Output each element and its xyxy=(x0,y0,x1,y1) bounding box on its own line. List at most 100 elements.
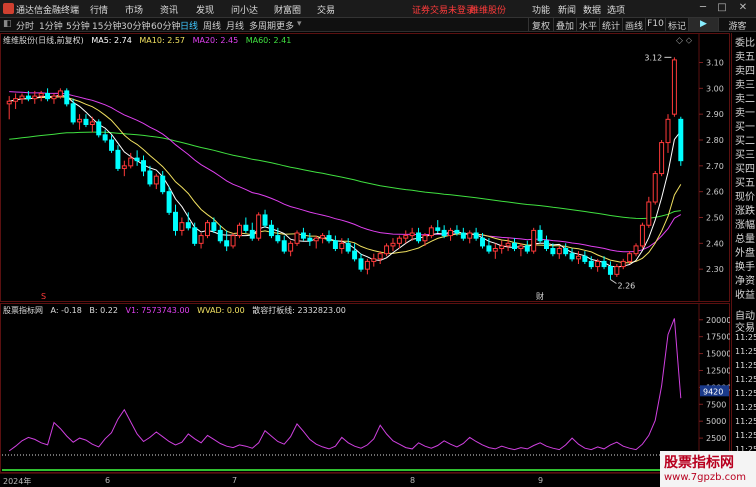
candle xyxy=(243,217,249,233)
menu-item-fortune[interactable]: 财富圈 xyxy=(274,3,301,16)
high-price-label: 3.12 xyxy=(644,53,662,62)
indicator-plot[interactable]: 2500500075001000012500150001750020000942… xyxy=(0,303,731,473)
candle-body xyxy=(556,248,562,255)
horizontal-button[interactable]: 水平 xyxy=(576,18,599,32)
candle xyxy=(364,258,370,275)
candle-body xyxy=(639,224,645,247)
candlestick-plot[interactable]: 2.30 2.40 2.50 2.60 2.70 2.80 2.90 3.00 3.10 3.12… xyxy=(0,33,730,302)
candle-body xyxy=(620,260,626,268)
candle-body xyxy=(384,245,390,255)
candlestick-chart[interactable]: 2.30 2.40 2.50 2.60 2.70 2.80 2.90 3.00 3.10 3.12… xyxy=(0,33,730,302)
more-chevron-icon[interactable]: ▾ xyxy=(297,19,302,29)
candle xyxy=(537,225,543,244)
tab-period-30min[interactable]: 30分钟 xyxy=(121,19,150,32)
candle xyxy=(268,220,274,239)
tab-period-60min[interactable]: 60分钟 xyxy=(151,19,180,32)
candle-body xyxy=(454,229,460,234)
tab-period-daily[interactable]: 日线 xyxy=(180,19,198,32)
quote-field-label: 买三 xyxy=(735,150,755,161)
candle-body xyxy=(115,149,121,169)
candle xyxy=(403,230,409,244)
menu-item-ask[interactable]: 问小达 xyxy=(231,3,258,16)
ma10-line xyxy=(9,96,682,264)
low-pointer xyxy=(610,279,617,284)
candle xyxy=(467,230,473,244)
candle xyxy=(543,235,549,252)
menu-item-functions[interactable]: 功能 xyxy=(532,3,550,16)
maximize-icon[interactable]: □ xyxy=(716,2,728,14)
overlay-button[interactable]: 叠加 xyxy=(553,18,576,32)
indicator-tick-label: 20000 xyxy=(706,316,730,325)
watermark: 股票指标网 www.7gpzb.com xyxy=(660,451,756,487)
price-tick-label: 2.40 xyxy=(706,239,724,248)
login-notice[interactable]: 证券交易未登录 xyxy=(412,3,475,16)
restore-rights-button[interactable]: 复权 xyxy=(528,18,553,32)
candle-body xyxy=(416,232,422,242)
tab-period-5min[interactable]: 5分钟 xyxy=(66,19,90,32)
guest-button[interactable]: 游客 xyxy=(718,18,756,32)
tab-period-weekly[interactable]: 周线 xyxy=(203,19,221,32)
date-axis-label: 2024年 xyxy=(3,477,32,486)
candle xyxy=(204,220,210,239)
candle xyxy=(659,140,665,177)
broker-name[interactable]: 维维股份 xyxy=(470,3,506,16)
chart-settings-icon[interactable]: ◇ ⬦ xyxy=(676,36,692,46)
indicator-v1: V1: 7573743.00 xyxy=(125,306,190,315)
candle xyxy=(563,243,569,257)
candle xyxy=(582,251,588,264)
candle xyxy=(518,243,524,257)
candle-body xyxy=(550,248,556,255)
candle xyxy=(524,240,530,254)
tab-period-multi[interactable]: 多周期 xyxy=(249,19,276,32)
menu-item-data[interactable]: 数据 xyxy=(583,3,601,16)
menu-item-options[interactable]: 选项 xyxy=(607,3,625,16)
draw-line-button[interactable]: 画线 xyxy=(622,18,645,32)
candle-body xyxy=(377,253,383,260)
sidebar-toggle-icon[interactable]: ◧ xyxy=(3,19,12,29)
tab-period-monthly[interactable]: 月线 xyxy=(226,19,244,32)
candle xyxy=(499,240,505,254)
candle-body xyxy=(403,235,409,239)
menu-item-quotes[interactable]: 行情 xyxy=(90,3,108,16)
candle xyxy=(531,227,537,254)
candle xyxy=(320,233,326,244)
tick-time: 11:25 xyxy=(735,347,756,356)
panel-toggle-icon[interactable]: ▶ xyxy=(688,18,718,31)
price-tick-label: 2.80 xyxy=(706,136,724,145)
candle xyxy=(416,227,422,244)
main-legend: 维维股份(日线,前复权) MA5: 2.74 MA10: 2.57 MA20: … xyxy=(3,35,296,46)
close-icon[interactable]: ✕ xyxy=(737,2,749,14)
candle xyxy=(646,196,652,228)
menu-item-discover[interactable]: 发现 xyxy=(196,3,214,16)
tab-period-15min[interactable]: 15分钟 xyxy=(92,19,121,32)
indicator-chart[interactable]: 2500500075001000012500150001750020000942… xyxy=(0,303,731,473)
candle xyxy=(300,227,306,241)
minimize-icon[interactable]: ─ xyxy=(697,2,709,14)
candle-body xyxy=(332,240,338,249)
candle-body xyxy=(543,240,549,249)
f10-button[interactable]: F10 xyxy=(645,18,665,31)
candle-body xyxy=(320,235,326,239)
candle-body xyxy=(185,222,191,229)
candle xyxy=(435,220,441,233)
indicator-a: A: -0.18 xyxy=(50,306,82,315)
candle-body xyxy=(435,227,441,231)
menu-item-headlines[interactable]: 新闻 xyxy=(558,3,576,16)
tab-period-1min[interactable]: 1分钟 xyxy=(39,19,63,32)
menu-item-trade[interactable]: 交易 xyxy=(317,3,335,16)
mark-button[interactable]: 标记 xyxy=(665,18,688,32)
quote-panel: 委比 卖五 卖四 卖三 卖二 卖一 买一 买二 买三 买四 买五 现价 涨跌 涨幅 总量 外盘 换手 净资 收益 xyxy=(731,33,756,303)
tab-period-more[interactable]: 更多 xyxy=(276,19,294,32)
price-tick-label: 2.60 xyxy=(706,188,724,197)
candle-body xyxy=(70,103,76,123)
tab-period-minute[interactable]: 分时 xyxy=(16,19,34,32)
candle xyxy=(262,209,268,228)
menu-item-news[interactable]: 资讯 xyxy=(160,3,178,16)
candle-body xyxy=(243,224,249,231)
candle xyxy=(211,217,217,233)
candle xyxy=(121,160,127,177)
low-price-label: 2.26 xyxy=(617,282,635,291)
candle xyxy=(607,261,613,280)
statistics-button[interactable]: 统计 xyxy=(599,18,622,32)
menu-item-market[interactable]: 市场 xyxy=(125,3,143,16)
